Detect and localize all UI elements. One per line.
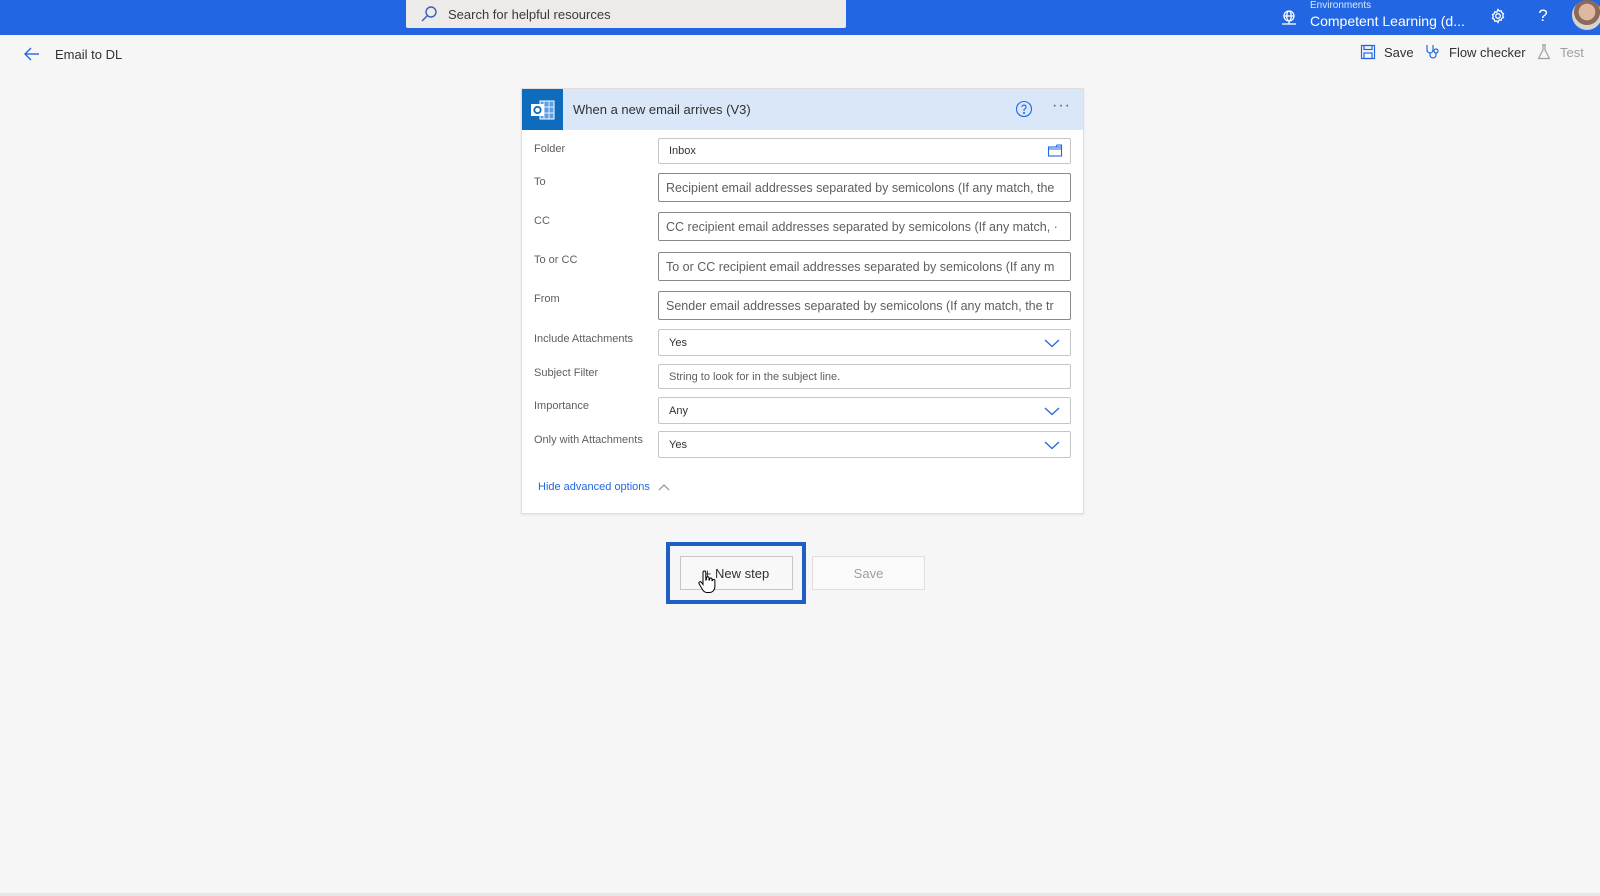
flow-checker-command[interactable]: Flow checker: [1425, 44, 1526, 60]
gear-icon: [1491, 8, 1505, 24]
chevron-down-icon: [1044, 441, 1060, 449]
include-attachments-dropdown[interactable]: Yes: [658, 329, 1071, 356]
folder-input[interactable]: Inbox: [658, 138, 1071, 164]
field-label: Only with Attachments: [534, 434, 643, 446]
include-attachments-value: Yes: [669, 336, 687, 349]
chevron-down-icon: [1044, 407, 1060, 415]
chevron-down-icon: [1044, 339, 1060, 347]
folder-icon[interactable]: [1047, 143, 1063, 159]
field-label: Include Attachments: [534, 333, 634, 345]
from-placeholder: Sender email addresses separated by semi…: [666, 298, 1054, 313]
to-placeholder: Recipient email addresses separated by s…: [666, 180, 1055, 195]
from-input[interactable]: Sender email addresses separated by semi…: [658, 291, 1071, 320]
field-label: To: [534, 176, 546, 188]
importance-value: Any: [669, 404, 688, 417]
subject-filter-input[interactable]: String to look for in the subject line.: [658, 364, 1071, 389]
folder-value: Inbox: [669, 145, 696, 157]
trigger-card-header[interactable]: When a new email arrives (V3) ···: [522, 89, 1083, 130]
more-options-icon[interactable]: ···: [1052, 97, 1071, 115]
importance-dropdown[interactable]: Any: [658, 397, 1071, 424]
flow-checker-label: Flow checker: [1449, 44, 1526, 60]
help-button[interactable]: ?: [1531, 4, 1555, 28]
search-box[interactable]: Search for helpful resources: [406, 0, 846, 28]
field-label: Subject Filter: [534, 367, 599, 379]
hide-advanced-options-label: Hide advanced options: [538, 481, 650, 493]
cc-placeholder: CC recipient email addresses separated b…: [666, 219, 1058, 234]
trigger-title: When a new email arrives (V3): [573, 102, 751, 117]
command-bar: Email to DL Save Flow checker Test: [0, 35, 1600, 73]
field-label: From: [534, 293, 560, 305]
only-with-attachments-dropdown[interactable]: Yes: [658, 431, 1071, 458]
save-icon: [1360, 44, 1376, 60]
help-circle-icon[interactable]: [1015, 100, 1033, 118]
flow-name: Email to DL: [55, 47, 123, 62]
to-input[interactable]: Recipient email addresses separated by s…: [658, 173, 1071, 202]
field-label: Folder: [534, 143, 566, 155]
outlook-icon: [522, 89, 563, 130]
top-bar: Search for helpful resources Environment…: [0, 0, 1600, 35]
back-arrow-icon[interactable]: [22, 44, 42, 64]
field-label: Importance: [534, 400, 590, 412]
subject-filter-placeholder: String to look for in the subject line.: [669, 370, 841, 383]
to-or-cc-input[interactable]: To or CC recipient email addresses separ…: [658, 252, 1071, 281]
hand-cursor-icon: [698, 570, 716, 593]
test-command[interactable]: Test: [1536, 44, 1584, 60]
to-or-cc-placeholder: To or CC recipient email addresses separ…: [666, 259, 1055, 274]
question-icon: ?: [1538, 6, 1548, 25]
trigger-card: When a new email arrives (V3) ··· Folder…: [521, 88, 1084, 514]
search-icon: [421, 6, 437, 22]
environment-label: Environments: [1310, 0, 1372, 11]
environment-icon: [1282, 9, 1296, 25]
test-label: Test: [1560, 44, 1584, 60]
save-button[interactable]: Save: [812, 556, 925, 590]
environment-picker[interactable]: Environments Competent Learning (d...: [1280, 0, 1465, 35]
field-label: To or CC: [534, 254, 578, 266]
cc-input[interactable]: CC recipient email addresses separated b…: [658, 212, 1071, 241]
settings-button[interactable]: [1486, 4, 1510, 28]
avatar[interactable]: [1572, 0, 1600, 30]
environment-value: Competent Learning (d...: [1310, 13, 1465, 29]
save-command-label: Save: [1384, 44, 1414, 60]
search-placeholder: Search for helpful resources: [448, 6, 611, 22]
field-label: CC: [534, 215, 550, 227]
flask-icon: [1537, 44, 1551, 60]
only-with-attachments-value: Yes: [669, 438, 687, 451]
stethoscope-icon: [1426, 45, 1439, 59]
hide-advanced-options-link[interactable]: Hide advanced options: [538, 481, 670, 493]
chevron-up-icon: [658, 484, 670, 491]
save-command[interactable]: Save: [1360, 44, 1414, 60]
